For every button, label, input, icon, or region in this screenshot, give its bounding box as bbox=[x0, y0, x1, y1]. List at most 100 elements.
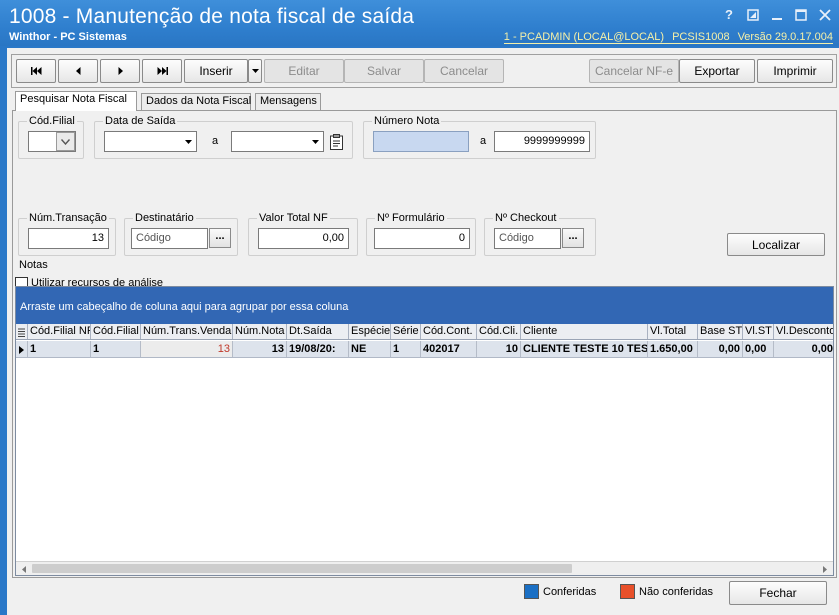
cancel-nfe-button[interactable]: Cancelar NF-e bbox=[589, 59, 679, 83]
grid-header: Cód.Filial NF Cód.Filial Núm.Trans.Venda… bbox=[16, 324, 833, 340]
column-header-cliente[interactable]: Cliente bbox=[521, 324, 648, 339]
tab-dados-da-nota-fiscal[interactable]: Dados da Nota Fiscal bbox=[141, 93, 251, 110]
scroll-right-button[interactable] bbox=[818, 563, 832, 575]
row-pointer-icon bbox=[19, 345, 24, 354]
module-code: PCSIS1008 bbox=[672, 31, 730, 43]
cell-dt-saida: 19/08/20: bbox=[287, 341, 349, 357]
notas-grid: Arraste um cabeçalho de coluna aqui para… bbox=[15, 286, 834, 576]
calendar-clipboard-icon bbox=[329, 134, 343, 150]
num-formulario-label: Nº Formulário bbox=[375, 212, 447, 224]
column-header-base-st[interactable]: Base ST bbox=[698, 324, 743, 339]
tab-pesquisar-nota-fiscal[interactable]: Pesquisar Nota Fiscal bbox=[15, 91, 137, 111]
last-record-icon bbox=[157, 67, 168, 75]
data-saida-label: Data de Saída bbox=[103, 115, 178, 127]
cell-serie: 1 bbox=[391, 341, 421, 357]
valor-total-group: Valor Total NF 0,00 bbox=[248, 212, 358, 256]
notas-label: Notas bbox=[19, 259, 48, 271]
restore-button[interactable] bbox=[743, 6, 763, 24]
cod-filial-label: Cód.Filial bbox=[27, 115, 77, 127]
column-header-cod-filial-nf[interactable]: Cód.Filial NF bbox=[28, 324, 91, 339]
next-record-button[interactable] bbox=[100, 59, 140, 83]
insert-dropdown-button[interactable] bbox=[248, 59, 262, 83]
previous-record-button[interactable] bbox=[58, 59, 98, 83]
column-header-cod-filial[interactable]: Cód.Filial bbox=[91, 324, 141, 339]
column-chooser-button[interactable] bbox=[16, 324, 28, 339]
cell-cliente: CLIENTE TESTE 10 TEST bbox=[521, 341, 648, 357]
column-header-especie[interactable]: Espécie bbox=[349, 324, 391, 339]
last-record-button[interactable] bbox=[142, 59, 182, 83]
close-window-button[interactable] bbox=[815, 6, 835, 24]
save-button[interactable]: Salvar bbox=[344, 59, 424, 83]
insert-button[interactable]: Inserir bbox=[184, 59, 248, 83]
data-saida-from-dropdown[interactable] bbox=[180, 132, 196, 151]
numero-nota-group: Número Nota a 9999999999 bbox=[363, 115, 596, 159]
column-header-num-trans-venda[interactable]: Núm.Trans.Venda bbox=[141, 324, 233, 339]
window-title: 1008 - Manutenção de nota fiscal de saíd… bbox=[9, 5, 415, 28]
cell-especie: NE bbox=[349, 341, 391, 357]
scroll-left-button[interactable] bbox=[17, 563, 31, 575]
nao-conferidas-color-swatch bbox=[620, 584, 635, 599]
destinatario-group: Destinatário Código ... bbox=[124, 212, 238, 256]
column-header-vl-total[interactable]: Vl.Total bbox=[648, 324, 698, 339]
num-transacao-group: Núm.Transação 13 bbox=[18, 212, 116, 256]
numero-nota-to-input[interactable]: 9999999999 bbox=[494, 131, 590, 152]
cell-cod-filial-nf: 1 bbox=[28, 341, 91, 357]
first-record-icon bbox=[30, 67, 41, 75]
column-header-cod-cli[interactable]: Cód.Cli. bbox=[477, 324, 521, 339]
edit-button[interactable]: Editar bbox=[264, 59, 344, 83]
column-header-serie[interactable]: Série bbox=[391, 324, 421, 339]
restore-icon bbox=[747, 9, 759, 21]
data-saida-to-dropdown[interactable] bbox=[307, 132, 323, 151]
export-button[interactable]: Exportar bbox=[679, 59, 755, 83]
column-chooser-icon bbox=[18, 328, 25, 337]
localizar-button[interactable]: Localizar bbox=[727, 233, 825, 256]
tab-mensagens[interactable]: Mensagens bbox=[255, 93, 321, 110]
chevron-left-icon bbox=[22, 565, 26, 573]
column-header-vl-st[interactable]: Vl.ST bbox=[743, 324, 774, 339]
valor-total-input[interactable]: 0,00 bbox=[258, 228, 349, 249]
session-status: 1 - PCADMIN (LOCAL@LOCAL) PCSIS1008 Vers… bbox=[503, 31, 833, 44]
column-header-num-nota[interactable]: Núm.Nota bbox=[233, 324, 287, 339]
column-header-vl-desconto[interactable]: Vl.Desconto bbox=[774, 324, 833, 339]
numero-nota-to-label: a bbox=[480, 135, 487, 147]
toolbar: Inserir Editar Salvar Cancelar Cancelar … bbox=[11, 54, 837, 88]
cancel-button[interactable]: Cancelar bbox=[424, 59, 504, 83]
chevron-right-icon bbox=[823, 565, 827, 573]
column-header-dt-saida[interactable]: Dt.Saída bbox=[287, 324, 349, 339]
group-by-panel[interactable]: Arraste um cabeçalho de coluna aqui para… bbox=[16, 287, 833, 324]
cell-num-nota: 13 bbox=[233, 341, 287, 357]
scrollbar-thumb[interactable] bbox=[32, 564, 572, 573]
chevron-down-icon bbox=[61, 138, 70, 145]
previous-record-icon bbox=[75, 67, 80, 75]
minimize-button[interactable] bbox=[767, 6, 787, 24]
session-user: 1 - PCADMIN (LOCAL@LOCAL) bbox=[503, 31, 665, 43]
search-panel: Cód.Filial Data de Saída a Número Nota a… bbox=[12, 110, 837, 578]
cod-filial-dropdown-button[interactable] bbox=[56, 132, 75, 151]
first-record-button[interactable] bbox=[16, 59, 56, 83]
horizontal-scrollbar[interactable] bbox=[16, 561, 833, 575]
chevron-down-icon bbox=[184, 139, 192, 144]
cell-cod-filial: 1 bbox=[91, 341, 141, 357]
table-row[interactable]: 1 1 13 13 19/08/20: NE 1 402017 10 CLIEN… bbox=[16, 341, 833, 358]
num-checkout-group: Nº Checkout Código ... bbox=[484, 212, 596, 256]
cell-base-st: 0,00 bbox=[698, 341, 743, 357]
chevron-down-icon bbox=[311, 139, 319, 144]
help-button[interactable]: ? bbox=[719, 6, 739, 24]
column-header-cod-cont[interactable]: Cód.Cont. bbox=[421, 324, 477, 339]
window-subtitle: Winthor - PC Sistemas bbox=[9, 31, 127, 43]
maximize-button[interactable] bbox=[791, 6, 811, 24]
destinatario-search-button[interactable]: ... bbox=[209, 228, 231, 248]
numero-nota-from-input[interactable] bbox=[373, 131, 469, 152]
calendar-button[interactable] bbox=[327, 132, 345, 152]
num-formulario-input[interactable]: 0 bbox=[374, 228, 470, 249]
conferidas-legend-label: Conferidas bbox=[543, 586, 597, 598]
destinatario-input[interactable]: Código bbox=[131, 228, 208, 249]
close-icon bbox=[819, 9, 831, 21]
close-button[interactable]: Fechar bbox=[729, 581, 827, 605]
num-checkout-label: Nº Checkout bbox=[493, 212, 559, 224]
num-checkout-input[interactable]: Código bbox=[494, 228, 561, 249]
num-checkout-search-button[interactable]: ... bbox=[562, 228, 584, 248]
next-record-icon bbox=[118, 67, 123, 75]
print-button[interactable]: Imprimir bbox=[757, 59, 833, 83]
num-transacao-input[interactable]: 13 bbox=[28, 228, 109, 249]
